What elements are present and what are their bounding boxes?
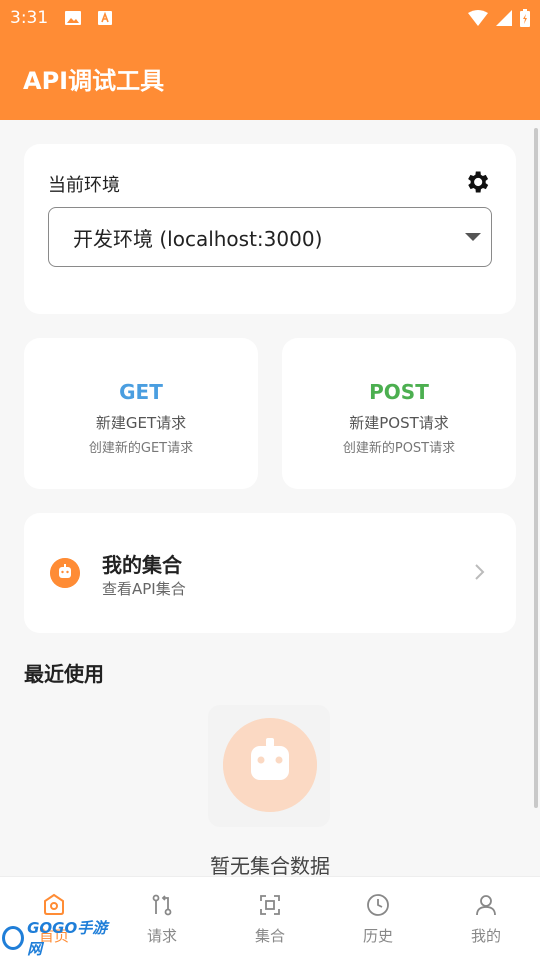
robot-icon	[223, 718, 317, 812]
nav-requests[interactable]: 请求	[108, 877, 216, 960]
nav-profile-label: 我的	[470, 927, 501, 945]
image-icon	[65, 11, 82, 25]
scrollbar[interactable]	[534, 128, 538, 808]
app-title: API调试工具	[23, 66, 165, 95]
nav-history-label: 历史	[362, 927, 393, 945]
new-post-subtitle: 创建新的POST请求	[342, 441, 456, 456]
collections-subtitle: 查看API集合	[102, 580, 186, 598]
new-get-subtitle: 创建新的GET请求	[88, 441, 194, 456]
environment-label: 当前环境	[48, 175, 120, 196]
user-icon	[476, 895, 496, 916]
method-label-get: GET	[119, 380, 163, 404]
nav-requests-label: 请求	[146, 927, 177, 945]
gear-icon[interactable]	[463, 168, 491, 196]
nav-collections[interactable]: 集合	[216, 877, 324, 960]
new-post-request-card[interactable]: POST 新建POST请求 创建新的POST请求	[282, 338, 516, 489]
recent-section-title: 最近使用	[24, 662, 104, 686]
signal-icon	[496, 10, 512, 26]
empty-state-text: 暂无集合数据	[210, 854, 330, 876]
method-label-post: POST	[369, 380, 429, 404]
watermark-logo-icon	[2, 926, 25, 950]
robot-icon	[50, 558, 80, 588]
collection-icon	[260, 895, 280, 915]
home-icon	[44, 893, 64, 915]
environment-value: 开发环境 (localhost:3000)	[73, 226, 323, 251]
nav-profile[interactable]: 我的	[432, 877, 540, 960]
chevron-right-icon	[475, 564, 485, 580]
environment-card: 当前环境 开发环境 (localhost:3000)	[24, 144, 516, 314]
nav-history[interactable]: 历史	[324, 877, 432, 960]
status-bar: 3:31	[0, 0, 540, 36]
battery-icon	[520, 9, 530, 27]
clock-icon	[367, 894, 389, 916]
new-post-title: 新建POST请求	[349, 414, 449, 432]
my-collections-card[interactable]: 我的集合 查看API集合	[24, 513, 516, 633]
app-bar: API调试工具	[0, 36, 540, 120]
nav-collections-label: 集合	[254, 927, 285, 945]
main-content[interactable]: 当前环境 开发环境 (localhost:3000) GET 新建GET请求 创…	[0, 120, 540, 876]
status-time: 3:31	[10, 8, 49, 28]
new-get-title: 新建GET请求	[95, 414, 187, 432]
watermark-text: GOGO手游网	[27, 919, 108, 958]
a-notification-icon	[98, 11, 113, 25]
wifi-icon	[468, 10, 488, 26]
collections-title: 我的集合	[102, 553, 182, 577]
watermark: GOGO手游网	[2, 919, 112, 958]
new-get-request-card[interactable]: GET 新建GET请求 创建新的GET请求	[24, 338, 258, 489]
dropdown-arrow-icon	[465, 233, 481, 241]
request-icon	[152, 894, 172, 916]
environment-select[interactable]: 开发环境 (localhost:3000)	[48, 207, 492, 267]
